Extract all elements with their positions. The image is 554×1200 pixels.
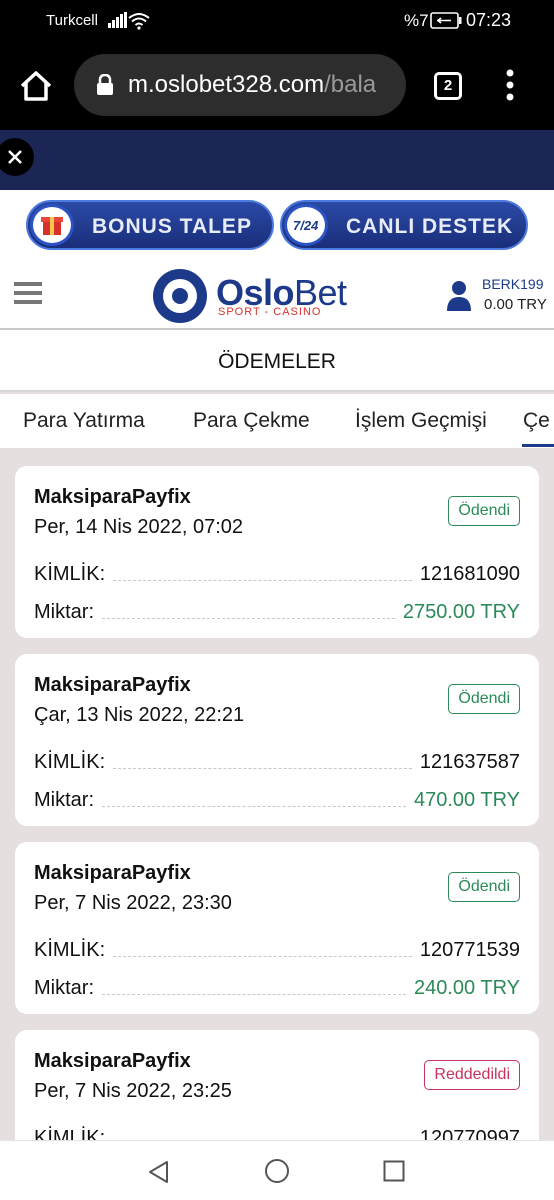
id-label: KİMLİK:: [34, 563, 106, 585]
logo-tagline: SPORT - CASINO: [218, 306, 322, 318]
id-label: KİMLİK:: [34, 751, 106, 773]
tab-switcher-button[interactable]: 2: [434, 72, 462, 100]
transaction-list: MaksiparaPayfix Per, 14 Nis 2022, 07:02 …: [0, 448, 554, 1140]
url-path: /bala: [324, 71, 377, 98]
home-icon[interactable]: [16, 66, 56, 106]
amount-label: Miktar:: [34, 601, 94, 623]
tab-history[interactable]: İşlem Geçmişi: [355, 409, 487, 433]
back-icon[interactable]: [146, 1159, 172, 1185]
battery-icon: [430, 12, 462, 29]
payment-method: MaksiparaPayfix: [34, 862, 191, 884]
transaction-id: 121681090: [419, 563, 520, 585]
payment-method: MaksiparaPayfix: [34, 1050, 191, 1072]
amount-label: Miktar:: [34, 789, 94, 811]
browser-toolbar: m.oslobet328.com/bala 2: [0, 42, 554, 130]
carrier-name: Turkcell: [46, 12, 98, 29]
recent-apps-icon[interactable]: [383, 1160, 405, 1182]
payment-method: MaksiparaPayfix: [34, 486, 191, 508]
id-row: KİMLİK: 121637587: [34, 748, 520, 774]
transaction-amount: 2750.00 TRY: [402, 601, 520, 623]
menu-icon[interactable]: [14, 282, 42, 306]
id-label: KİMLİK:: [34, 1127, 106, 1140]
transaction-card: MaksiparaPayfix Per, 7 Nis 2022, 23:25 R…: [15, 1030, 539, 1140]
amount-label: Miktar:: [34, 977, 94, 999]
payment-method: MaksiparaPayfix: [34, 674, 191, 696]
id-row: KİMLİK: 120771539: [34, 936, 520, 962]
page-title: ÖDEMELER: [218, 350, 336, 373]
id-row: KİMLİK: 120770997: [34, 1124, 520, 1140]
transaction-amount: 470.00 TRY: [413, 789, 520, 811]
amount-row: Miktar: 470.00 TRY: [34, 786, 520, 812]
address-bar[interactable]: m.oslobet328.com/bala: [74, 54, 406, 116]
url-text: m.oslobet328.com/bala: [128, 71, 376, 99]
tab-withdraw[interactable]: Para Çekme: [193, 409, 310, 433]
id-row: KİMLİK: 121681090: [34, 560, 520, 586]
transaction-date: Per, 7 Nis 2022, 23:30: [34, 892, 232, 914]
status-badge: Ödendi: [448, 684, 520, 714]
support-24-icon: 7/24: [284, 204, 328, 246]
account-balance: 0.00 TRY: [484, 296, 547, 313]
bonus-request-label: BONUS TALEP: [92, 215, 252, 238]
transaction-date: Çar, 13 Nis 2022, 22:21: [34, 704, 245, 726]
url-host: m.oslobet328.com: [128, 71, 325, 98]
top-banner: [0, 130, 554, 190]
status-badge: Ödendi: [448, 872, 520, 902]
tab-withdrawals[interactable]: Çe: [523, 409, 550, 433]
home-circle-icon[interactable]: [264, 1158, 290, 1184]
transaction-id: 120770997: [419, 1127, 520, 1140]
lock-icon: [97, 74, 113, 95]
username[interactable]: BERK199: [482, 276, 543, 292]
support-badge-text: 7/24: [293, 218, 319, 233]
user-icon[interactable]: [446, 280, 472, 312]
status-badge: Reddedildi: [424, 1060, 520, 1090]
amount-row: Miktar: 240.00 TRY: [34, 974, 520, 1000]
close-banner-button[interactable]: [0, 138, 34, 176]
id-label: KİMLİK:: [34, 939, 106, 961]
logo-icon: [153, 269, 207, 323]
bonus-request-button[interactable]: BONUS TALEP: [26, 200, 274, 250]
amount-row: Miktar: 2750.00 TRY: [34, 598, 520, 624]
battery-percent: %7: [404, 11, 429, 30]
tab-deposit[interactable]: Para Yatırma: [23, 409, 145, 433]
clock: 07:23: [466, 10, 512, 30]
status-bar: Turkcell %7 07:23: [0, 0, 554, 42]
transaction-card: MaksiparaPayfix Per, 14 Nis 2022, 07:02 …: [15, 466, 539, 638]
transaction-date: Per, 14 Nis 2022, 07:02: [34, 516, 244, 538]
more-vert-icon[interactable]: [500, 68, 520, 102]
transaction-date: Per, 7 Nis 2022, 23:25: [34, 1080, 232, 1102]
transaction-card: MaksiparaPayfix Çar, 13 Nis 2022, 22:21 …: [15, 654, 539, 826]
wifi-icon: [128, 13, 150, 30]
active-tab-indicator: [522, 444, 554, 447]
transaction-card: MaksiparaPayfix Per, 7 Nis 2022, 23:30 Ö…: [15, 842, 539, 1014]
live-support-button[interactable]: 7/24 CANLI DESTEK: [280, 200, 528, 250]
promo-strip: BONUS TALEP 7/24 CANLI DESTEK: [0, 190, 554, 260]
transaction-id: 121637587: [419, 751, 520, 773]
signal-icon: [108, 12, 127, 28]
status-badge: Ödendi: [448, 496, 520, 526]
site-header: OsloBet SPORT - CASINO BERK199 0.00 TRY: [0, 260, 554, 330]
gift-icon: [30, 204, 74, 246]
page-title-bar: ÖDEMELER: [0, 330, 554, 392]
system-nav-bar: [0, 1140, 554, 1200]
tabs-bar: Para Yatırma Para Çekme İşlem Geçmişi Çe: [0, 394, 554, 448]
transaction-id: 120771539: [419, 939, 520, 961]
live-support-label: CANLI DESTEK: [346, 215, 514, 238]
transaction-amount: 240.00 TRY: [413, 977, 520, 999]
close-icon: [8, 150, 22, 164]
